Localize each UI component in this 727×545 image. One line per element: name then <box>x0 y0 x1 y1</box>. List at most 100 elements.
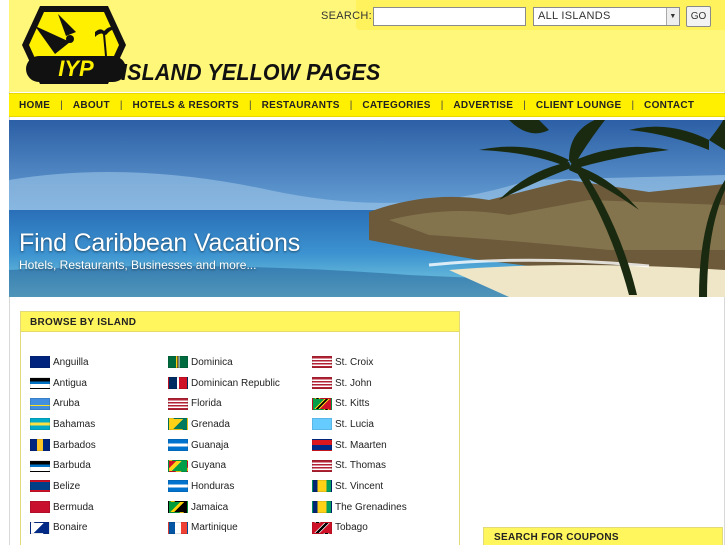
island-link[interactable]: Florida <box>168 393 280 414</box>
anguilla-flag-icon <box>30 356 50 369</box>
island-link[interactable]: Honduras <box>168 476 280 497</box>
belize-flag-icon <box>30 480 50 493</box>
island-link[interactable]: St. Thomas <box>312 455 407 476</box>
go-button[interactable]: GO <box>686 6 711 27</box>
usa-flag-icon <box>312 356 332 369</box>
usa-flag-icon <box>312 377 332 390</box>
island-link[interactable]: St. Vincent <box>312 476 407 497</box>
usa-flag-icon <box>312 459 332 472</box>
island-link[interactable]: Jamaica <box>168 497 280 518</box>
island-link[interactable]: Aruba <box>30 393 96 414</box>
island-link[interactable]: Bonaire <box>30 518 96 539</box>
island-name: Dominica <box>191 356 233 368</box>
main-nav: HOME | ABOUT | HOTELS & RESORTS | RESTAU… <box>9 93 725 117</box>
browse-by-island-panel: BROWSE BY ISLAND Anguilla Antigua Aruba Bah… <box>20 311 460 545</box>
island-name: St. John <box>335 377 372 389</box>
island-name: Barbuda <box>53 460 91 472</box>
island-name: Guyana <box>191 460 227 472</box>
antigua-flag-icon <box>30 459 50 472</box>
barbados-flag-icon <box>30 439 50 452</box>
nav-restaurants[interactable]: RESTAURANTS <box>252 100 350 111</box>
nav-about[interactable]: ABOUT <box>63 100 120 111</box>
grenada-flag-icon <box>168 418 188 431</box>
island-link[interactable]: Bermuda <box>30 497 96 518</box>
island-link[interactable]: St. Lucia <box>312 414 407 435</box>
island-link[interactable]: Grenada <box>168 414 280 435</box>
island-link[interactable]: St. John <box>312 373 407 394</box>
st-lucia-flag-icon <box>312 418 332 431</box>
island-name: St. Croix <box>335 356 374 368</box>
dominica-flag-icon <box>168 356 188 369</box>
nav-categories[interactable]: CATEGORIES <box>352 100 440 111</box>
island-link[interactable]: Tobago <box>312 518 407 539</box>
island-link[interactable]: St. Kitts <box>312 393 407 414</box>
france-flag-icon <box>168 521 188 534</box>
island-link[interactable]: Barbuda <box>30 455 96 476</box>
jamaica-flag-icon <box>168 501 188 514</box>
island-link[interactable]: Antigua <box>30 373 96 394</box>
island-select[interactable]: ALL ISLANDS ▼ <box>533 7 680 26</box>
bonaire-flag-icon <box>30 521 50 534</box>
island-name: Antigua <box>53 377 87 389</box>
trinidad-flag-icon <box>312 521 332 534</box>
island-name: Jamaica <box>191 501 229 513</box>
island-link[interactable]: Martinique <box>168 518 280 539</box>
search-coupons-heading[interactable]: SEARCH FOR COUPONS <box>483 527 723 545</box>
island-link[interactable]: St. Croix <box>312 352 407 373</box>
island-name: Bermuda <box>53 501 94 513</box>
island-link[interactable]: Anguilla <box>30 352 96 373</box>
honduras-flag-icon <box>168 439 188 452</box>
nav-advertise[interactable]: ADVERTISE <box>443 100 523 111</box>
island-link[interactable]: St. Maarten <box>312 435 407 456</box>
dominican-republic-flag-icon <box>168 377 188 390</box>
chevron-down-icon[interactable]: ▼ <box>666 8 679 25</box>
island-name: St. Vincent <box>335 480 384 492</box>
island-link[interactable]: Bahamas <box>30 414 96 435</box>
antigua-flag-icon <box>30 377 50 390</box>
island-select-value: ALL ISLANDS <box>538 10 611 22</box>
site-title: ISLAND YELLOW PAGES <box>121 59 381 85</box>
island-name: Martinique <box>191 522 238 534</box>
nav-contact[interactable]: CONTACT <box>634 100 704 111</box>
island-name: Bonaire <box>53 522 88 534</box>
island-column: Dominica Dominican Republic Florida Grenada… <box>168 352 280 538</box>
honduras-flag-icon <box>168 480 188 493</box>
island-link[interactable]: Guyana <box>168 455 280 476</box>
island-name: Grenada <box>191 418 230 430</box>
island-name: St. Lucia <box>335 418 374 430</box>
island-name: Bahamas <box>53 418 96 430</box>
island-name: Dominican Republic <box>191 377 280 389</box>
st-maarten-flag-icon <box>312 439 332 452</box>
island-name: Guanaja <box>191 439 229 451</box>
island-name: Tobago <box>335 522 368 534</box>
browse-heading: BROWSE BY ISLAND <box>21 312 459 332</box>
island-link[interactable]: Guanaja <box>168 435 280 456</box>
island-link[interactable]: Dominica <box>168 352 280 373</box>
hero-title: Find Caribbean Vacations <box>19 229 301 257</box>
island-link[interactable]: The Grenadines <box>312 497 407 518</box>
nav-client-lounge[interactable]: CLIENT LOUNGE <box>526 100 632 111</box>
bermuda-flag-icon <box>30 501 50 514</box>
search-label: SEARCH: <box>321 10 372 22</box>
island-name: Belize <box>53 480 81 492</box>
island-name: Florida <box>191 398 222 410</box>
iyp-logo-icon[interactable]: IYP <box>20 4 128 86</box>
logo-text: IYP <box>58 56 94 81</box>
nav-home[interactable]: HOME <box>9 100 60 111</box>
st-vincent-flag-icon <box>312 480 332 493</box>
st-kitts-flag-icon <box>312 397 332 410</box>
search-input[interactable] <box>373 7 526 26</box>
island-name: St. Kitts <box>335 398 370 410</box>
island-link[interactable]: Belize <box>30 476 96 497</box>
island-name: St. Maarten <box>335 439 387 451</box>
nav-hotels-resorts[interactable]: HOTELS & RESORTS <box>122 100 248 111</box>
aruba-flag-icon <box>30 397 50 410</box>
island-name: St. Thomas <box>335 460 386 472</box>
island-link[interactable]: Dominican Republic <box>168 373 280 394</box>
usa-flag-icon <box>168 397 188 410</box>
island-link[interactable]: Barbados <box>30 435 96 456</box>
bahamas-flag-icon <box>30 418 50 431</box>
hero-banner: Find Caribbean Vacations Hotels, Restaur… <box>9 120 725 297</box>
hero-subtitle: Hotels, Restaurants, Businesses and more… <box>19 258 257 272</box>
page: IYP ISLAND YELLOW PAGES SEARCH: ALL ISLA… <box>0 0 727 545</box>
